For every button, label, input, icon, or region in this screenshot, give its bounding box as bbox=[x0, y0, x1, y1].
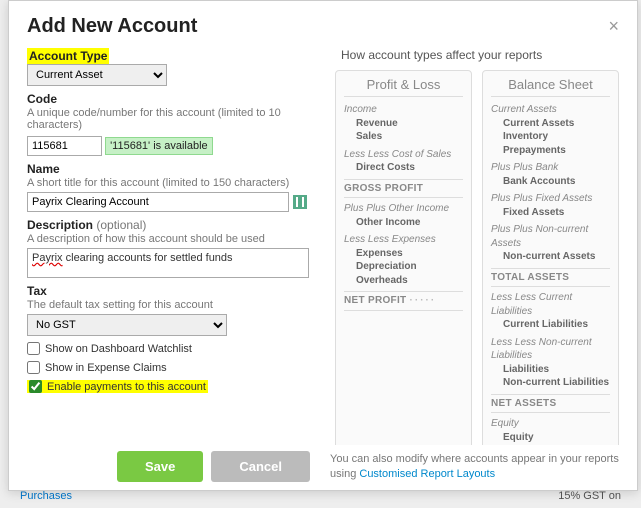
description-textarea[interactable]: Payrix clearing accounts for settled fun… bbox=[27, 248, 309, 278]
code-input[interactable] bbox=[27, 136, 102, 156]
profit-loss-panel: Profit & Loss Income Revenue Sales Less … bbox=[335, 70, 472, 445]
dashboard-watchlist-label: Show on Dashboard Watchlist bbox=[45, 343, 192, 355]
profit-loss-title: Profit & Loss bbox=[344, 77, 463, 97]
tax-desc: The default tax setting for this account bbox=[27, 299, 317, 311]
name-input[interactable] bbox=[27, 192, 289, 212]
balance-sheet-panel: Balance Sheet Current Assets Current Ass… bbox=[482, 70, 619, 445]
bg-gst-text: 15% GST on bbox=[558, 490, 621, 508]
code-desc: A unique code/number for this account (l… bbox=[27, 107, 317, 131]
expense-claims-label: Show in Expense Claims bbox=[45, 362, 167, 374]
expense-claims-checkbox[interactable] bbox=[27, 361, 40, 374]
close-icon[interactable]: × bbox=[608, 16, 619, 37]
add-account-modal: Add New Account × Account Type Current A… bbox=[8, 0, 638, 491]
enable-payments-checkbox[interactable] bbox=[29, 380, 42, 393]
save-button[interactable]: Save bbox=[117, 451, 203, 482]
dashboard-watchlist-checkbox[interactable] bbox=[27, 342, 40, 355]
name-desc: A short title for this account (limited … bbox=[27, 177, 317, 189]
description-label: Description (optional) bbox=[27, 218, 317, 232]
balance-sheet-title: Balance Sheet bbox=[491, 77, 610, 97]
tax-select[interactable]: No GST bbox=[27, 314, 227, 336]
description-desc: A description of how this account should… bbox=[27, 233, 317, 245]
customised-layouts-link[interactable]: Customised Report Layouts bbox=[359, 468, 495, 480]
modal-title: Add New Account bbox=[27, 15, 197, 38]
chart-icon[interactable] bbox=[293, 195, 307, 209]
account-type-label: Account Type bbox=[29, 49, 107, 63]
code-label: Code bbox=[27, 92, 317, 106]
name-label: Name bbox=[27, 162, 317, 176]
cancel-button[interactable]: Cancel bbox=[211, 451, 310, 482]
bg-purchases-link: Purchases bbox=[20, 490, 72, 508]
enable-payments-label: Enable payments to this account bbox=[47, 381, 206, 393]
account-type-select[interactable]: Current Asset bbox=[27, 64, 167, 86]
reports-heading: How account types affect your reports bbox=[335, 48, 619, 62]
tax-label: Tax bbox=[27, 284, 317, 298]
footer-help-text: You can also modify where accounts appea… bbox=[330, 452, 619, 481]
code-available-badge: '115681' is available bbox=[105, 137, 213, 155]
